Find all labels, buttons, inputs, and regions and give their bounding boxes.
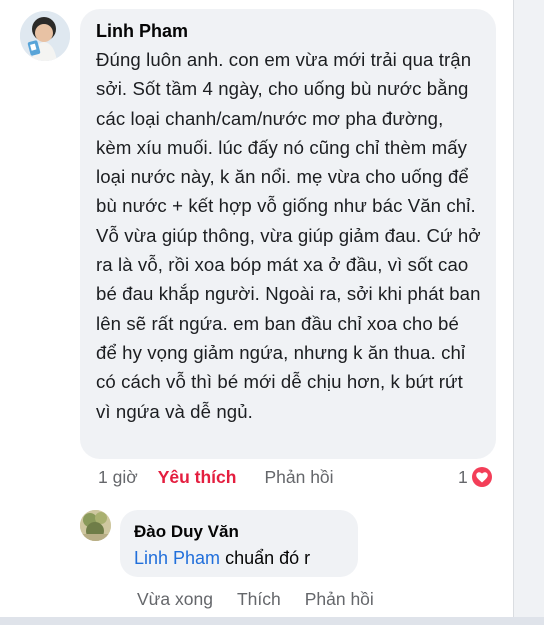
reply-avatar[interactable] — [80, 510, 111, 541]
like-button[interactable]: Yêu thích — [158, 467, 237, 488]
heart-icon — [471, 467, 492, 487]
reply-author[interactable]: Đào Duy Văn — [134, 521, 344, 542]
reply-like-button[interactable]: Thích — [237, 589, 281, 610]
comment-actions: 1 giờ Yêu thích Phản hồi — [98, 464, 334, 490]
reaction-count: 1 — [458, 466, 468, 487]
avatar-image — [20, 11, 70, 61]
reply-timestamp[interactable]: Vừa xong — [137, 589, 213, 610]
comment-timestamp[interactable]: 1 giờ — [98, 467, 138, 488]
page-right-edge — [513, 0, 544, 625]
reply-bubble: Đào Duy Văn Linh Pham chuẩn đó r — [120, 510, 358, 577]
reaction-summary[interactable]: 1 — [458, 464, 492, 490]
mention-link[interactable]: Linh Pham — [134, 548, 220, 568]
avatar[interactable] — [20, 11, 70, 61]
comment-bubble: Linh Pham Đúng luôn anh. con em vừa mới … — [80, 9, 496, 459]
reply-reply-button[interactable]: Phản hồi — [305, 589, 374, 610]
comment-author[interactable]: Linh Pham — [96, 20, 481, 42]
reply-actions: Vừa xong Thích Phản hồi — [137, 586, 398, 612]
comment-text: Đúng luôn anh. con em vừa mới trải qua t… — [96, 49, 481, 422]
reply-text-body: chuẩn đó r — [220, 548, 311, 568]
reply-text: Linh Pham chuẩn đó r — [134, 547, 344, 569]
reply-button[interactable]: Phản hồi — [264, 467, 333, 488]
reply-avatar-image — [80, 510, 111, 541]
page-bottom-edge — [0, 617, 544, 625]
